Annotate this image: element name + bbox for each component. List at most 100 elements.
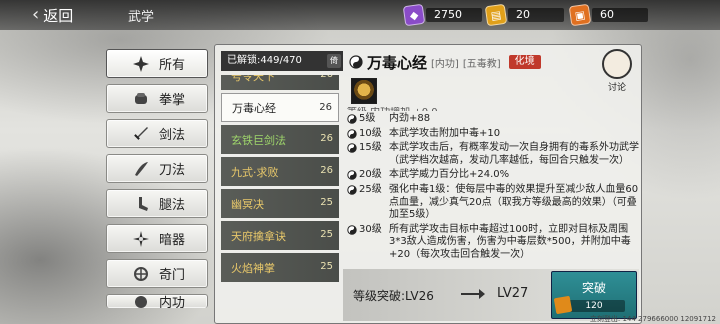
fist-icon bbox=[131, 89, 151, 109]
effect-text: 本武学攻击附加中毒+10 bbox=[389, 127, 501, 139]
breakthrough-next-level: LV27 bbox=[497, 286, 529, 301]
currency-value: 20 bbox=[508, 8, 564, 22]
category-label: 奇门 bbox=[159, 268, 186, 283]
footer-id: 立刻登出: 144 279666000 12091712 bbox=[589, 315, 716, 323]
hidden-weapon-icon bbox=[131, 229, 151, 249]
skill-name: 九式·求败 bbox=[231, 165, 279, 179]
effect-level: 30级 bbox=[359, 223, 382, 235]
yin-yang-icon bbox=[349, 55, 363, 69]
effect-text: 本武学攻击后，有概率发动一次自身拥有的毒系外功武学（武学档次越高，发动几率越低，… bbox=[389, 142, 639, 166]
kick-icon bbox=[131, 194, 151, 214]
skill-row[interactable]: 火焰神掌 25 bbox=[221, 253, 339, 282]
currency-orange[interactable]: ▣ 60 bbox=[568, 3, 648, 27]
skill-name: 玄铁巨剑法 bbox=[231, 133, 286, 147]
blade-icon bbox=[131, 159, 151, 179]
skill-level: 26 bbox=[320, 133, 333, 144]
effect-row: 20级 本武学威力百分比+24.0% bbox=[347, 169, 639, 182]
category-kick[interactable]: 腿法 bbox=[106, 189, 208, 218]
cost-value: 120 bbox=[585, 301, 603, 311]
skill-row-selected[interactable]: 万毒心经 26 bbox=[221, 93, 339, 122]
effect-text: 内劲+88 bbox=[389, 113, 431, 124]
currency-gold[interactable]: ▤ 20 bbox=[484, 3, 564, 27]
breakthrough-button-label: 突破 bbox=[581, 281, 606, 295]
effect-text: 本武学威力百分比+24.0% bbox=[389, 169, 510, 181]
effect-level: 20级 bbox=[359, 169, 382, 181]
exotic-icon bbox=[131, 264, 151, 284]
all-icon bbox=[131, 54, 151, 74]
effect-row: 5级 内劲+88 bbox=[347, 113, 639, 126]
skill-row[interactable]: 号令天下 26 bbox=[221, 75, 339, 90]
skill-name: 天府擒拿诀 bbox=[231, 229, 286, 243]
orange-token-icon: ▣ bbox=[568, 3, 592, 27]
yin-yang-icon bbox=[347, 225, 357, 235]
skill-name: 万毒心经 bbox=[232, 101, 276, 115]
skill-level: 26 bbox=[320, 165, 333, 176]
skill-detail-header: 万毒心经 [内功] [五毒教] 化境 bbox=[349, 51, 541, 73]
category-label: 剑法 bbox=[159, 128, 186, 143]
page-title: 武学 bbox=[128, 10, 155, 25]
inner-power-icon bbox=[131, 295, 151, 308]
unlock-label: 已解锁:449/470 bbox=[227, 55, 302, 66]
yin-yang-icon bbox=[347, 128, 357, 139]
purple-gem-icon: ◆ bbox=[402, 3, 426, 27]
skill-level: 25 bbox=[320, 197, 333, 208]
gold-scroll-icon: ▤ bbox=[484, 3, 508, 27]
effect-level: 25级 bbox=[359, 183, 382, 195]
breakthrough-cost: 120 bbox=[553, 295, 625, 315]
category-all[interactable]: 所有 bbox=[106, 49, 208, 78]
skill-panel: 已解锁:449/470 倚 号令天下 26 万毒心经 26 玄铁巨剑法 26 九… bbox=[214, 44, 642, 324]
category-sword[interactable]: 剑法 bbox=[106, 119, 208, 148]
effect-text: 所有武学攻击目标中毒超过100时，立即对目标及周围3*3敌人造成伤害，伤害为中毒… bbox=[389, 223, 631, 260]
yin-yang-icon bbox=[347, 170, 357, 181]
skill-level: 25 bbox=[320, 229, 333, 240]
currency-purple[interactable]: ◆ 2750 bbox=[402, 3, 482, 27]
category-label: 内功 bbox=[159, 296, 186, 308]
category-label: 腿法 bbox=[159, 198, 186, 213]
effect-level: 5级 bbox=[359, 113, 376, 124]
category-exotic[interactable]: 奇门 bbox=[106, 259, 208, 288]
arrow-right-icon bbox=[461, 289, 485, 299]
effect-level: 10级 bbox=[359, 127, 382, 139]
skill-name: 幽冥决 bbox=[231, 197, 264, 211]
category-label: 所有 bbox=[159, 58, 186, 73]
effect-list[interactable]: 等级 内功增加 +0.0 5级 内劲+88 10级 本武学攻击附加中毒+10 1… bbox=[347, 107, 639, 275]
skill-row[interactable]: 天府擒拿诀 25 bbox=[221, 221, 339, 250]
skill-row[interactable]: 九式·求败 26 bbox=[221, 157, 339, 186]
skill-name: 号令天下 bbox=[231, 75, 275, 83]
chevron-left-icon: ‹ bbox=[32, 4, 40, 25]
effect-fragment: 等级 内功增加 +0.0 bbox=[347, 107, 639, 111]
category-blade[interactable]: 刀法 bbox=[106, 154, 208, 183]
top-bar: ‹ 返回 武学 ◆ 2750 ▤ 20 ▣ 60 bbox=[0, 0, 720, 30]
category-fist[interactable]: 拳掌 bbox=[106, 84, 208, 113]
category-label: 刀法 bbox=[159, 163, 186, 178]
category-list: 所有 拳掌 剑法 刀法 腿法 暗器 奇门 内功 bbox=[106, 49, 208, 314]
effect-row: 15级 本武学攻击后，有概率发动一次自身拥有的毒系外功武学（武学档次越高，发动几… bbox=[347, 142, 639, 167]
effect-text: 强化中毒1级：使每层中毒的效果提升至减少敌人血量60点血量，减少真气20点（取我… bbox=[389, 183, 639, 221]
unlock-counter: 已解锁:449/470 倚 bbox=[221, 51, 343, 71]
yin-yang-icon bbox=[347, 185, 357, 195]
category-label: 暗器 bbox=[159, 233, 186, 248]
back-button[interactable]: ‹ 返回 bbox=[32, 4, 90, 26]
skill-row[interactable]: 幽冥决 25 bbox=[221, 189, 339, 218]
category-label: 拳掌 bbox=[159, 93, 186, 108]
back-label: 返回 bbox=[43, 6, 74, 25]
discuss-button[interactable]: 讨论 bbox=[599, 49, 635, 93]
cat-avatar-icon bbox=[602, 49, 632, 79]
discuss-label: 讨论 bbox=[607, 83, 626, 93]
yin-yang-icon bbox=[347, 143, 357, 153]
breakthrough-button[interactable]: 突破 120 bbox=[551, 271, 637, 319]
effect-level: 15级 bbox=[359, 142, 382, 154]
skill-level: 26 bbox=[319, 102, 332, 113]
category-inner-power[interactable]: 内功 bbox=[106, 294, 208, 308]
yin-yang-icon bbox=[347, 114, 357, 124]
effect-row: 30级 所有武学攻击目标中毒超过100时，立即对目标及周围3*3敌人造成伤害，伤… bbox=[347, 224, 639, 262]
skill-title: 万毒心经 bbox=[367, 53, 428, 72]
effect-row: 10级 本武学攻击附加中毒+10 bbox=[347, 128, 639, 141]
skill-list: 号令天下 26 万毒心经 26 玄铁巨剑法 26 九式·求败 26 幽冥决 25… bbox=[221, 75, 339, 323]
sort-button[interactable]: 倚 bbox=[327, 54, 341, 68]
skill-row[interactable]: 玄铁巨剑法 26 bbox=[221, 125, 339, 154]
skill-level: 25 bbox=[320, 261, 333, 272]
realm-badge: 化境 bbox=[508, 55, 541, 69]
category-hidden-weapon[interactable]: 暗器 bbox=[106, 224, 208, 253]
breakthrough-label: 等级突破:LV26 bbox=[353, 289, 434, 303]
